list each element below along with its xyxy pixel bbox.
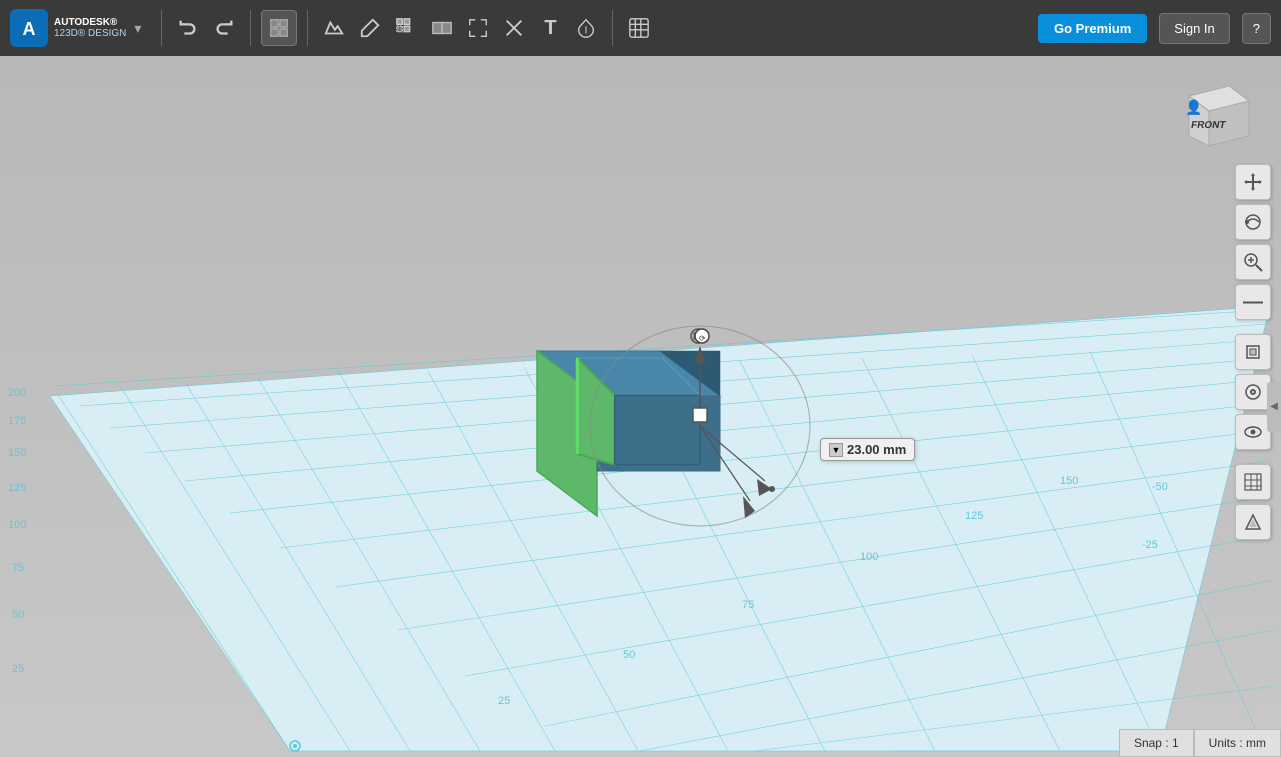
zoom-out-button[interactable]: — [1235, 284, 1271, 320]
view-toggle-button[interactable] [1235, 414, 1271, 450]
svg-text:125: 125 [965, 510, 983, 522]
divider-2 [250, 10, 251, 46]
status-bar: Snap : 1 Units : mm [1119, 729, 1281, 757]
svg-text:100: 100 [860, 551, 878, 563]
svg-text:👤: 👤 [1185, 99, 1202, 116]
divider-3 [307, 10, 308, 46]
cube-svg [530, 326, 710, 486]
combine-button[interactable] [426, 12, 458, 44]
svg-text:100: 100 [8, 519, 26, 531]
nav-cube-svg: 👤 FRONT [1179, 76, 1259, 156]
svg-text:50: 50 [12, 609, 24, 621]
fold-panel-arrow[interactable]: ◀ [1267, 382, 1281, 432]
main-toolbar: A AUTODESK® 123D® DESIGN ▾ [0, 0, 1281, 56]
logo-text: AUTODESK® 123D® DESIGN [54, 17, 126, 39]
divider-4 [612, 10, 613, 46]
material-button[interactable] [623, 12, 655, 44]
3d-viewport[interactable]: 200 175 150 125 100 75 50 25 25 50 75 10… [0, 56, 1281, 757]
camera-button[interactable] [1235, 374, 1271, 410]
svg-text:25: 25 [498, 695, 510, 707]
text-button[interactable]: T [534, 12, 566, 44]
undo-button[interactable] [172, 12, 204, 44]
measurement-dropdown[interactable]: ▼ [829, 443, 843, 457]
divider-1 [161, 10, 162, 46]
zoom-in-button[interactable] [1235, 244, 1271, 280]
redo-button[interactable] [208, 12, 240, 44]
go-premium-button[interactable]: Go Premium [1038, 14, 1147, 43]
svg-text:-25: -25 [1142, 539, 1158, 551]
new-solid-button[interactable] [261, 10, 297, 46]
svg-text:150: 150 [8, 447, 26, 459]
3d-cube[interactable] [530, 326, 670, 456]
pan-button[interactable] [1235, 164, 1271, 200]
grid-button[interactable] [1235, 464, 1271, 500]
svg-text:200: 200 [8, 387, 26, 399]
measurement-value: 23.00 mm [847, 442, 906, 457]
svg-text:175: 175 [8, 415, 26, 427]
transform-button[interactable] [462, 12, 494, 44]
delete-button[interactable] [498, 12, 530, 44]
modify-button[interactable] [354, 12, 386, 44]
sign-in-button[interactable]: Sign In [1159, 13, 1229, 44]
help-button[interactable]: ? [1242, 13, 1271, 44]
sketch-button[interactable] [318, 12, 350, 44]
svg-text:A: A [23, 19, 36, 39]
material-display-button[interactable] [1235, 504, 1271, 540]
orbit-button[interactable] [1235, 204, 1271, 240]
svg-text:125: 125 [8, 482, 26, 494]
svg-text:75: 75 [12, 562, 24, 574]
svg-text:25: 25 [12, 663, 24, 675]
autodesk-logo-icon: A [10, 9, 48, 47]
measurement-tooltip: ▼ 23.00 mm [820, 438, 915, 461]
svg-text:75: 75 [742, 599, 754, 611]
nav-cube[interactable]: 👤 FRONT [1179, 76, 1259, 156]
svg-text:150: 150 [1060, 475, 1078, 487]
right-view-controls: — [1235, 164, 1271, 540]
svg-text:50: 50 [623, 649, 635, 661]
logo-area: A AUTODESK® 123D® DESIGN ▾ [10, 9, 141, 47]
snap-button[interactable] [570, 12, 602, 44]
svg-text:-50: -50 [1152, 481, 1168, 493]
pattern-button[interactable] [390, 12, 422, 44]
units-status[interactable]: Units : mm [1194, 729, 1281, 757]
snap-status[interactable]: Snap : 1 [1119, 729, 1194, 757]
svg-text:FRONT: FRONT [1190, 120, 1227, 131]
logo-dropdown-arrow[interactable]: ▾ [134, 20, 141, 37]
fit-button[interactable] [1235, 334, 1271, 370]
